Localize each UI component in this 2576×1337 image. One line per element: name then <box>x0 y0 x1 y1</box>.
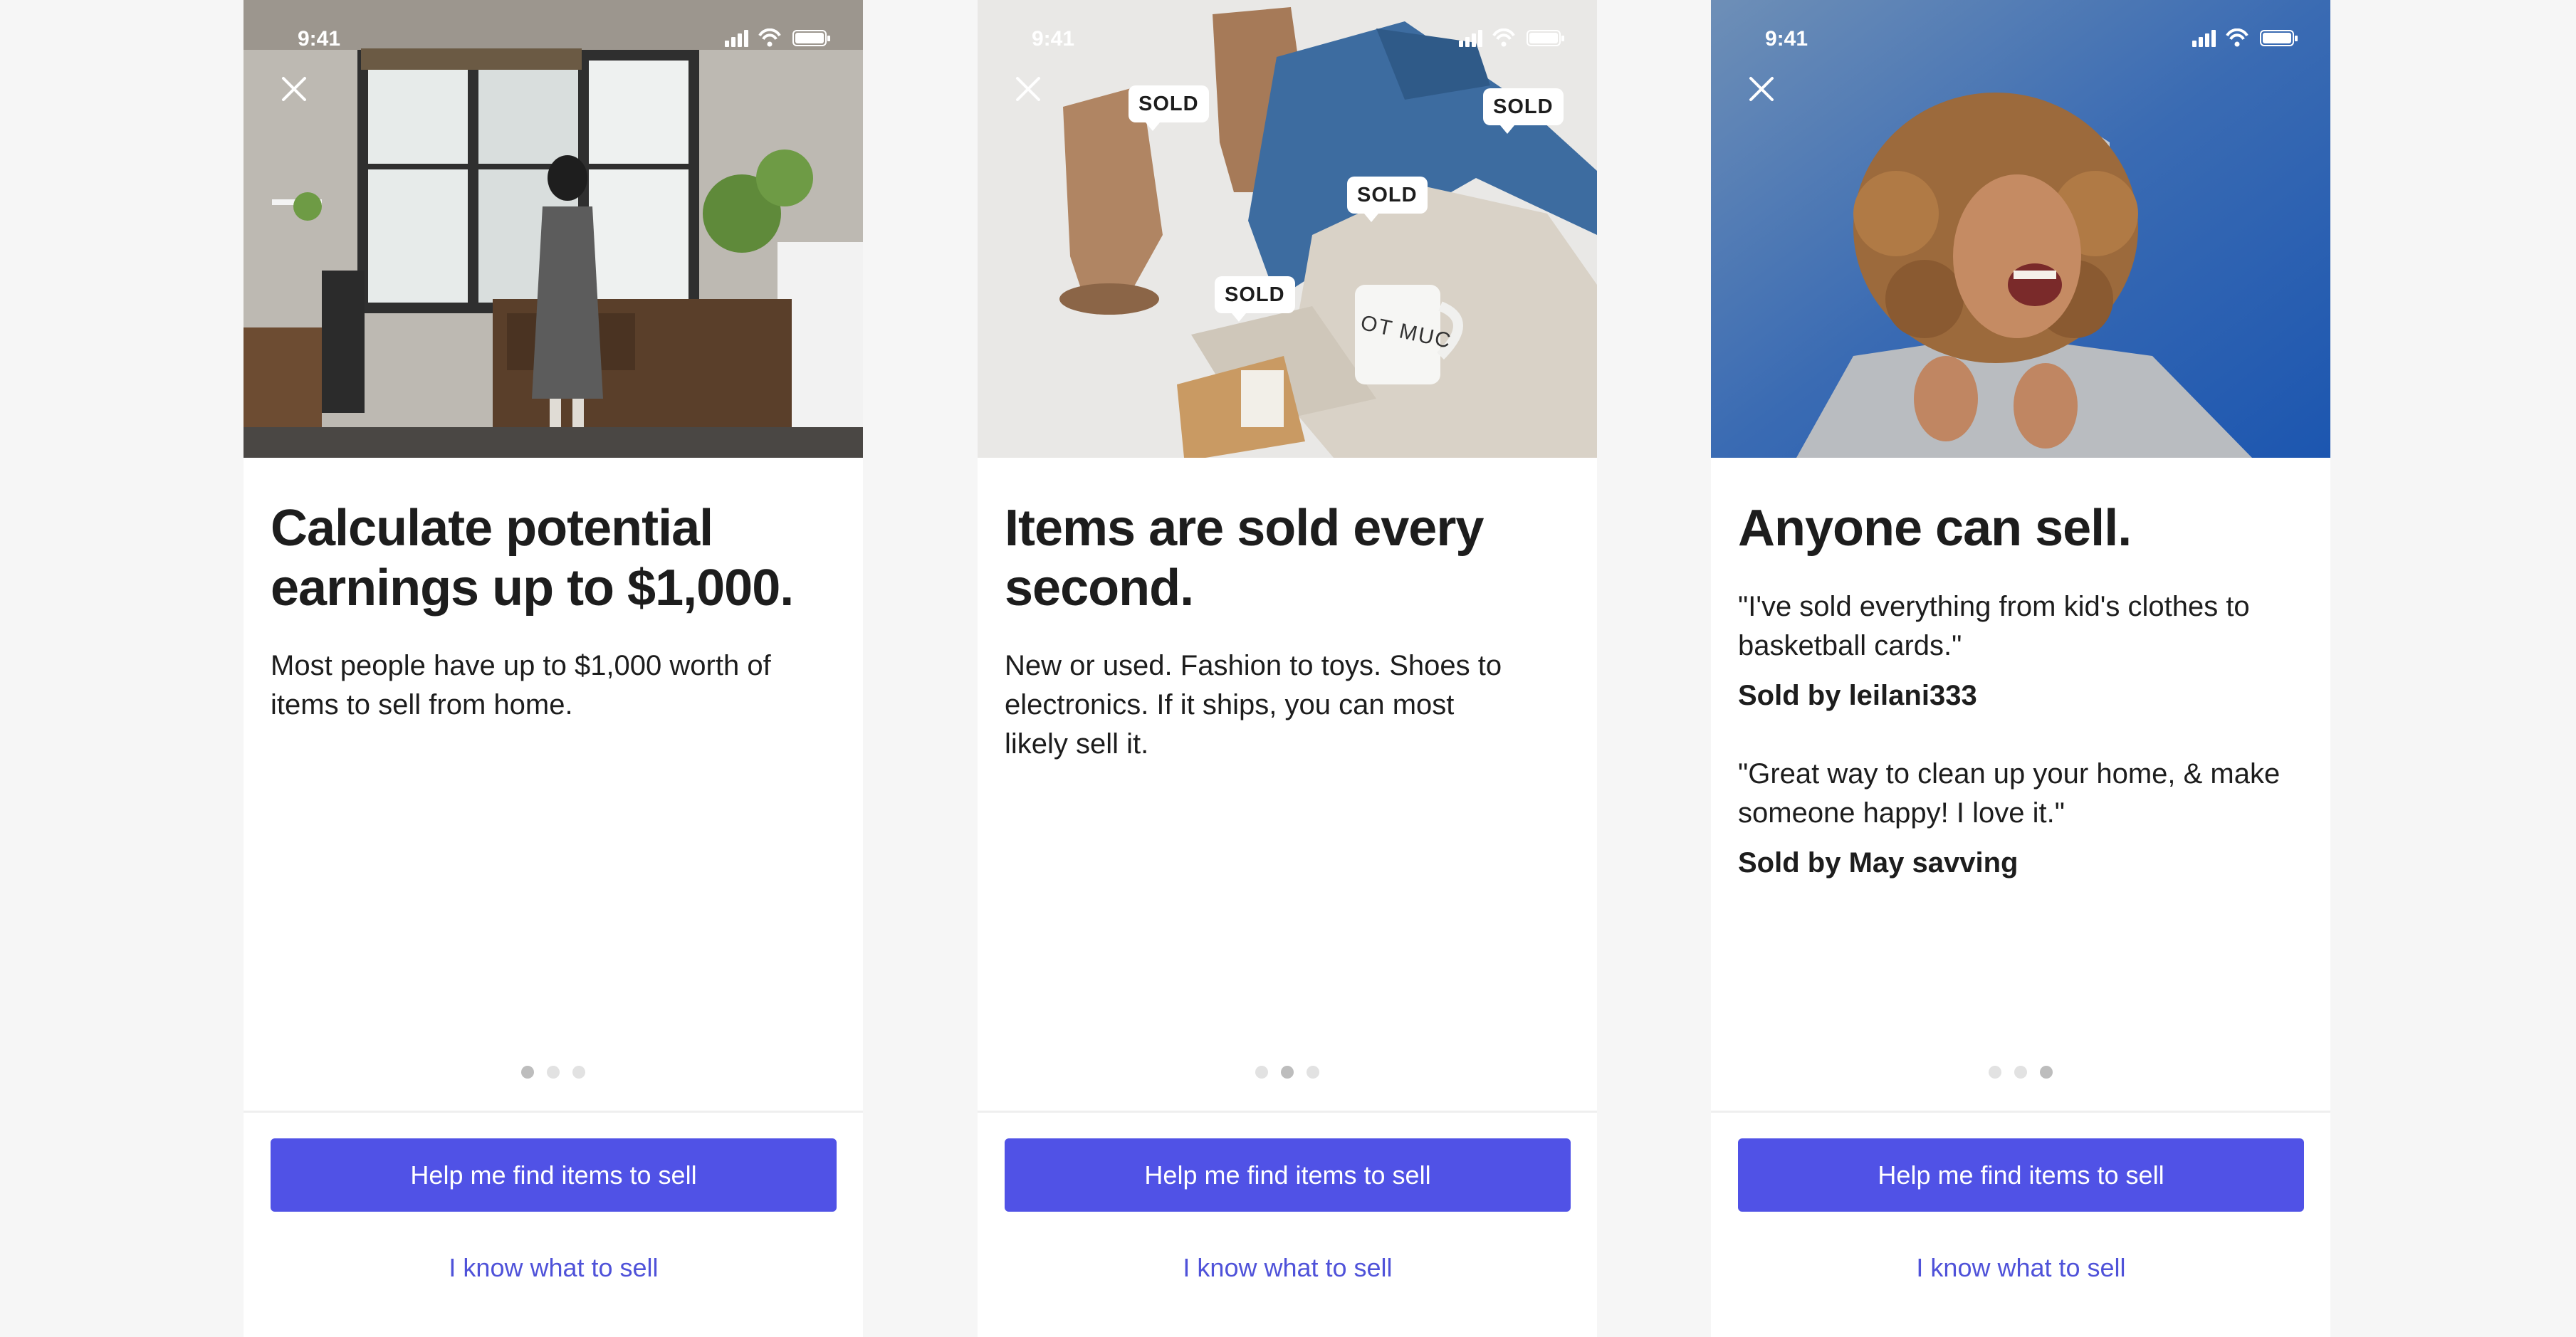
page-dot-1[interactable] <box>1989 1066 2001 1079</box>
help-find-items-button[interactable]: Help me find items to sell <box>1738 1138 2304 1212</box>
hero-image-person: 9:41 <box>1711 0 2330 458</box>
testimonial-seller: Sold by leilani333 <box>1738 680 1977 711</box>
onboarding-screen-3: 9:41 Anyone can sell. "I've sold everyth… <box>1711 0 2330 1337</box>
divider <box>244 1111 863 1113</box>
testimonial-quote: "Great way to clean up your home, & make… <box>1738 758 2281 829</box>
page-title: Anyone can sell. <box>1738 500 2132 557</box>
status-icons <box>725 28 832 51</box>
help-find-items-button[interactable]: Help me find items to sell <box>271 1138 837 1212</box>
status-time: 9:41 <box>1765 27 1808 51</box>
know-what-to-sell-link[interactable]: I know what to sell <box>271 1253 837 1283</box>
page-description: New or used. Fashion to toys. Shoes to e… <box>1005 650 1502 760</box>
close-icon <box>1016 77 1040 101</box>
sold-tag: SOLD <box>1129 85 1209 131</box>
onboarding-screen-2: 9:41 SOLD SOLD SOLD SOLD OT MUC Items ar… <box>978 0 1597 1337</box>
status-time: 9:41 <box>1032 27 1075 51</box>
pagination-dots <box>978 1066 1597 1079</box>
close-button[interactable] <box>1744 71 1779 107</box>
signal-wifi-battery-icon <box>2192 28 2298 47</box>
divider <box>978 1111 1597 1113</box>
person-photo <box>1711 0 2330 458</box>
onboarding-screen-1: 9:41 Calculate potential earnings up to … <box>244 0 863 1337</box>
items-photo <box>978 0 1597 458</box>
help-find-items-button[interactable]: Help me find items to sell <box>1005 1138 1571 1212</box>
page-dot-1[interactable] <box>1255 1066 1268 1079</box>
know-what-to-sell-link[interactable]: I know what to sell <box>1005 1253 1571 1283</box>
room-photo <box>244 0 863 458</box>
page-dot-2[interactable] <box>1281 1066 1294 1079</box>
page-dot-1[interactable] <box>521 1066 534 1079</box>
pagination-dots <box>244 1066 863 1079</box>
page-dot-3[interactable] <box>572 1066 585 1079</box>
sold-tag: SOLD <box>1215 276 1295 322</box>
page-dot-3[interactable] <box>2040 1066 2053 1079</box>
pagination-dots <box>1711 1066 2330 1079</box>
testimonial-seller: Sold by May savving <box>1738 847 2019 879</box>
close-icon <box>282 77 306 101</box>
hero-image-items: 9:41 SOLD SOLD SOLD SOLD OT MUC <box>978 0 1597 458</box>
testimonial-quote: "I've sold everything from kid's clothes… <box>1738 591 2250 661</box>
close-button[interactable] <box>276 71 312 107</box>
page-dot-3[interactable] <box>1307 1066 1319 1079</box>
signal-wifi-battery-icon <box>1459 28 1564 47</box>
page-dot-2[interactable] <box>2014 1066 2027 1079</box>
signal-wifi-battery-icon <box>725 28 830 47</box>
divider <box>1711 1111 2330 1113</box>
page-description: Most people have up to $1,000 worth of i… <box>271 650 771 720</box>
status-icons <box>1459 28 1566 51</box>
sold-tag: SOLD <box>1347 177 1428 222</box>
page-title: Items are sold every second. <box>1005 500 1484 617</box>
page-title: Calculate potential earnings up to $1,00… <box>271 500 794 617</box>
close-button[interactable] <box>1010 71 1046 107</box>
status-time: 9:41 <box>298 27 341 51</box>
page-dot-2[interactable] <box>547 1066 560 1079</box>
hero-image-room: 9:41 <box>244 0 863 458</box>
close-icon <box>1749 77 1774 101</box>
status-icons <box>2192 28 2299 51</box>
sold-tag: SOLD <box>1483 88 1564 134</box>
know-what-to-sell-link[interactable]: I know what to sell <box>1738 1253 2304 1283</box>
